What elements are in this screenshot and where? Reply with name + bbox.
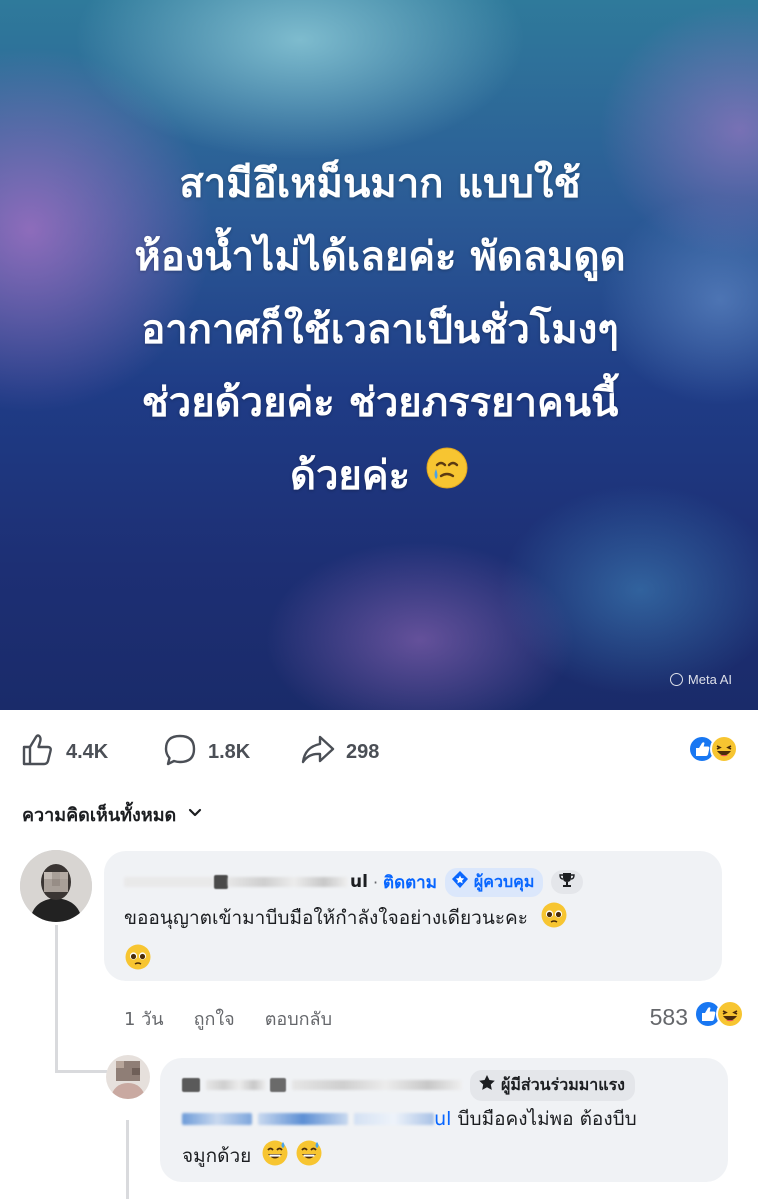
grinning-sweat-icon	[261, 1139, 289, 1180]
all-comments-filter[interactable]: ความคิดเห็นทั้งหมด	[22, 800, 204, 829]
meta-ai-ring-icon	[669, 673, 683, 686]
redacted-name	[214, 875, 228, 889]
comment-meta-row: 1 วัน ถูกใจ ตอบกลับ	[124, 1004, 332, 1033]
trophy-icon	[558, 871, 576, 893]
thumbs-up-icon	[20, 732, 56, 772]
star-icon	[478, 1074, 496, 1096]
reply-author-row: ผู้มีส่วนร่วมมาแรง	[182, 1069, 635, 1101]
comment-reply-button[interactable]: ตอบกลับ	[265, 1004, 332, 1033]
redacted-name	[354, 1113, 435, 1125]
top-fan-badge[interactable]	[551, 870, 584, 894]
post-text-line-last: ด้วยค่ะ	[30, 440, 730, 515]
comment-text: ขออนุญาตเข้ามาบีบมือให้กำลังใจอย่างเดียว…	[124, 900, 714, 984]
like-button[interactable]: 4.4K	[20, 732, 108, 772]
post-text-line: สามีอึเหม็นมาก แบบใช้	[179, 161, 581, 207]
pleading-face-icon	[540, 901, 568, 942]
post-image[interactable]: สามีอึเหม็นมาก แบบใช้ ห้องน้ำไม่ได้เลยค่…	[0, 0, 758, 710]
moderator-badge-label: ผู้ควบคุม	[473, 871, 535, 891]
grinning-sweat-icon	[295, 1139, 323, 1180]
comment-author-name[interactable]: ul	[350, 872, 368, 892]
post-text-line: ห้องน้ำไม่ได้เลยค่ะ พัดลมดูด	[134, 234, 626, 280]
post-text-line: ด้วยค่ะ	[289, 453, 411, 499]
chevron-down-icon	[186, 803, 204, 826]
haha-reaction-icon	[710, 735, 738, 767]
reply-avatar[interactable]	[106, 1055, 150, 1099]
all-comments-label: ความคิดเห็นทั้งหมด	[22, 805, 177, 826]
action-bar: 4.4K 1.8K 298	[0, 710, 758, 790]
haha-reaction-icon	[716, 1000, 744, 1034]
shield-star-icon	[450, 870, 470, 894]
redacted-mention[interactable]	[182, 1101, 435, 1138]
like-count: 4.4K	[66, 740, 109, 763]
redacted-name	[124, 877, 214, 887]
reply-body-line1: บีบมือคงไม่พอ ต้องบีบ	[457, 1108, 637, 1130]
reply-mention-tail[interactable]: ul	[434, 1108, 451, 1130]
redacted-name	[270, 1078, 286, 1092]
commenter-avatar[interactable]	[20, 850, 92, 922]
comment-reaction-icons	[694, 1000, 744, 1034]
follow-button[interactable]: ติดตาม	[383, 869, 437, 896]
thread-connector	[55, 925, 58, 1073]
comment-button[interactable]: 1.8K	[162, 732, 250, 772]
redacted-name	[182, 1078, 200, 1092]
comment-count: 1.8K	[208, 740, 251, 763]
redacted-name	[228, 877, 348, 887]
redacted-name	[258, 1113, 349, 1125]
share-count: 298	[346, 740, 380, 763]
comment-reactions[interactable]: 583	[650, 1000, 744, 1034]
meta-ai-watermark: Meta AI	[669, 672, 732, 687]
reply-body-line2: จมูกด้วย	[182, 1145, 252, 1167]
reaction-summary[interactable]	[688, 735, 738, 767]
meta-ai-label: Meta AI	[687, 672, 732, 687]
redacted-name	[182, 1113, 252, 1125]
reply-thread-connector	[126, 1120, 129, 1199]
face-holding-back-tears-icon	[424, 442, 470, 515]
post-text-line: ช่วยด้วยค่ะ ช่วยภรรยาคนนี้	[141, 380, 619, 426]
comment-like-button[interactable]: ถูกใจ	[194, 1004, 235, 1033]
reply-text: ul บีบมือคงไม่พอ ต้องบีบ จมูกด้วย	[182, 1101, 722, 1180]
comment-time[interactable]: 1 วัน	[124, 1004, 164, 1033]
pleading-face-icon	[124, 943, 152, 984]
moderator-badge[interactable]: ผู้ควบคุม	[444, 867, 544, 897]
top-contributor-label: ผู้มีส่วนร่วมมาแรง	[501, 1074, 625, 1094]
comment-author-row: ul · ติดตาม ผู้ควบคุม	[124, 867, 584, 897]
post-text-line: อากาศก็ใช้เวลาเป็นชั่วโมงๆ	[141, 307, 619, 353]
separator-dot: ·	[372, 872, 379, 892]
redacted-name	[206, 1080, 266, 1090]
top-contributor-badge[interactable]: ผู้มีส่วนร่วมมาแรง	[470, 1069, 635, 1101]
share-button[interactable]: 298	[300, 732, 379, 772]
comment-body: ขออนุญาตเข้ามาบีบมือให้กำลังใจอย่างเดียว…	[124, 907, 528, 929]
redacted-name	[292, 1080, 462, 1090]
thread-connector-branch	[55, 1070, 107, 1073]
post-text: สามีอึเหม็นมาก แบบใช้ ห้องน้ำไม่ได้เลยค่…	[30, 148, 730, 515]
share-arrow-icon	[300, 732, 336, 772]
comment-bubble-icon	[162, 732, 198, 772]
comment-reaction-count: 583	[649, 1003, 688, 1030]
